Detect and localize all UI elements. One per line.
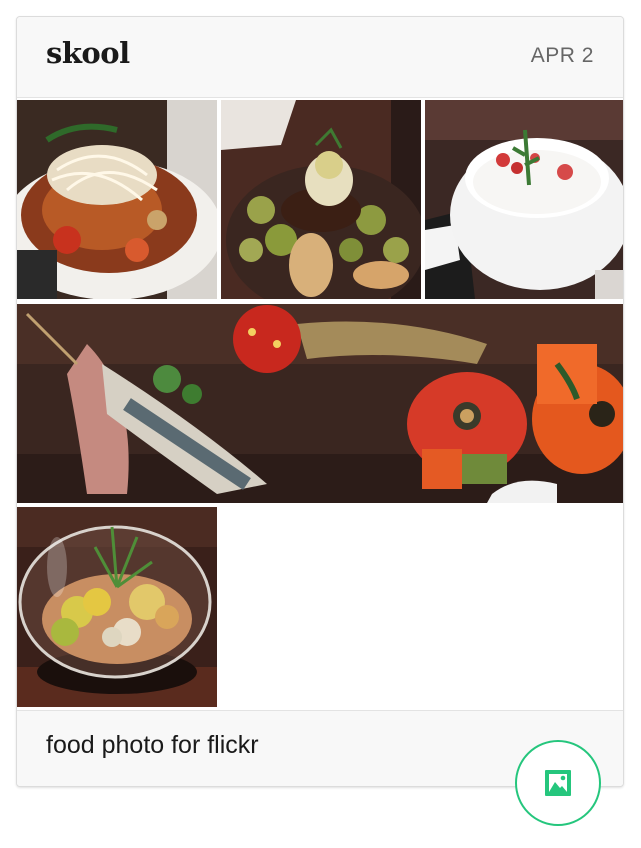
photo-3[interactable]: [425, 100, 623, 299]
photo-4[interactable]: [17, 304, 623, 503]
photo-3-image: [425, 100, 623, 299]
photo-1[interactable]: [17, 100, 217, 299]
post-date: APR 2: [530, 44, 594, 67]
photo-2-image: [221, 100, 421, 299]
photo-1-image: [17, 100, 217, 299]
photo-5[interactable]: [17, 507, 217, 707]
image-fab-button[interactable]: [515, 740, 601, 826]
card-header: skool APR 2: [17, 17, 623, 98]
image-icon: [545, 770, 571, 796]
photo-4-image: [17, 304, 623, 503]
post-caption: food photo for flickr: [46, 731, 259, 759]
author-name[interactable]: skool: [46, 36, 130, 70]
photo-2[interactable]: [221, 100, 421, 299]
post-card: skool APR 2 food photo for flickr: [16, 16, 624, 787]
photo-5-image: [17, 507, 217, 707]
